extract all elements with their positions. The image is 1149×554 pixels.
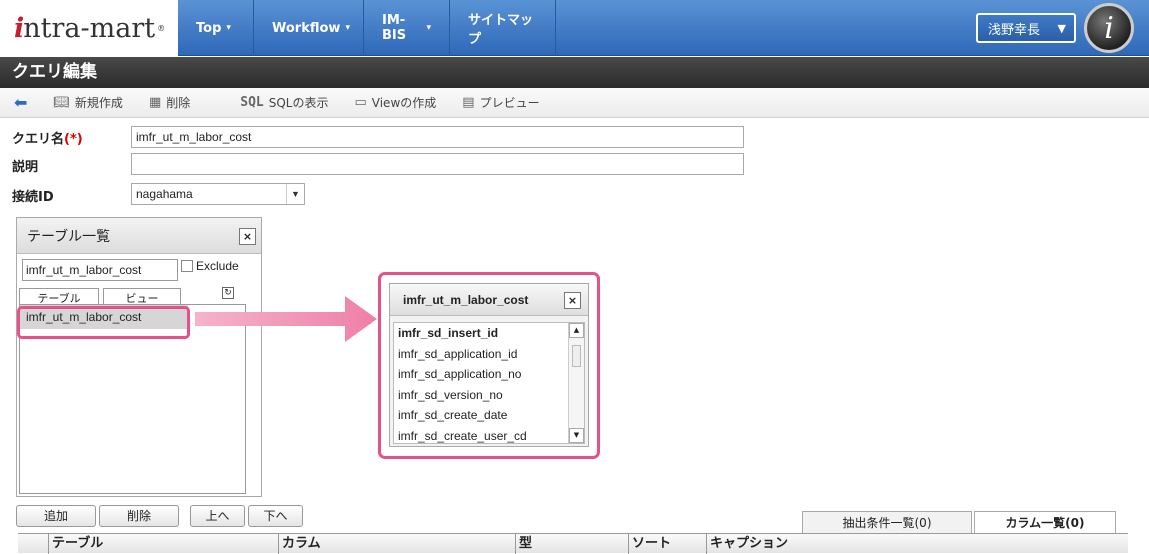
show-sql-button[interactable]: SQL SQLの表示 — [240, 94, 328, 111]
close-icon[interactable]: × — [564, 292, 581, 309]
create-view-label: Viewの作成 — [371, 96, 437, 110]
list-item[interactable]: imfr_sd_insert_id — [394, 323, 584, 344]
preview-label: プレビュー — [479, 96, 540, 110]
list-item[interactable]: imfr_sd_application_no — [394, 364, 584, 385]
grid-header-type[interactable]: 型 — [515, 534, 628, 554]
menu-workflow[interactable]: Workflow ▾ — [254, 0, 364, 56]
new-button[interactable]: 📖︎ 新規作成 — [53, 94, 123, 111]
description-label: 説明 — [12, 160, 39, 175]
column-list: imfr_sd_insert_id imfr_sd_application_id… — [393, 322, 585, 444]
connection-id-value: nagahama — [136, 187, 193, 201]
table-list-title: テーブル一覧 — [27, 228, 111, 245]
grid-header-column[interactable]: カラム — [278, 534, 515, 554]
table-list-panel: テーブル一覧 × imfr_ut_m_labor_cost Exclude テー… — [16, 217, 262, 497]
chevron-down-icon: ▾ — [426, 23, 431, 33]
delete-query-button[interactable]: ▦ 削除 — [149, 94, 190, 111]
tab-view[interactable]: ビュー — [103, 288, 181, 304]
highlight-box-table — [17, 306, 190, 339]
back-arrow-icon[interactable]: ⬅ — [14, 93, 27, 112]
drag-arrow-icon — [195, 296, 377, 342]
list-item[interactable]: imfr_sd_create_user_cd — [394, 426, 584, 447]
avatar[interactable]: i — [1084, 3, 1134, 53]
delete-button[interactable]: 削除 — [99, 505, 179, 527]
down-button[interactable]: 下へ — [248, 505, 303, 527]
menu-sitemap-label: サイトマップ — [468, 13, 534, 47]
menu-im-bis[interactable]: IM-BIS ▾ — [364, 0, 450, 56]
menu-im-bis-label: IM-BIS — [382, 13, 407, 43]
column-list-panel: imfr_ut_m_labor_cost × imfr_sd_insert_id… — [389, 283, 589, 447]
scroll-down-icon[interactable]: ▼ — [569, 428, 584, 443]
sql-icon: SQL — [240, 95, 264, 110]
caret-down-icon: ▼ — [1057, 21, 1066, 35]
connection-id-label: 接続ID — [12, 190, 54, 205]
connection-id-select[interactable]: nagahama ▼ — [131, 183, 305, 205]
show-sql-label: SQLの表示 — [268, 96, 329, 110]
list-item[interactable]: imfr_sd_create_date — [394, 405, 584, 426]
new-label: 新規作成 — [74, 96, 123, 110]
exclude-label: Exclude — [196, 259, 239, 273]
chevron-down-icon: ▾ — [226, 23, 231, 33]
tab-conditions[interactable]: 抽出条件一覧(0) — [802, 511, 972, 533]
delete-label: 削除 — [166, 96, 191, 110]
grid-header-table[interactable]: テーブル — [48, 534, 278, 554]
exclude-checkbox[interactable]: Exclude — [181, 259, 239, 273]
required-mark: (*) — [64, 132, 83, 147]
add-button[interactable]: 追加 — [16, 505, 96, 527]
query-name-input[interactable]: imfr_ut_m_labor_cost — [131, 126, 744, 148]
highlight-box-columns: imfr_ut_m_labor_cost × imfr_sd_insert_id… — [378, 272, 600, 459]
checkbox-box — [181, 260, 193, 272]
scrollbar[interactable]: ▲ ▼ — [568, 323, 584, 443]
logo-registered-mark: ® — [157, 23, 166, 33]
window-icon: ▭ — [354, 95, 367, 110]
column-panel-title[interactable]: imfr_ut_m_labor_cost — [390, 284, 588, 316]
menu-top-label: Top — [196, 20, 222, 36]
create-view-button[interactable]: ▭ Viewの作成 — [354, 94, 436, 111]
chevron-down-icon: ▼ — [286, 184, 304, 204]
grid-header-caption[interactable]: キャプション — [706, 534, 1128, 554]
delete-icon: ▦ — [148, 95, 162, 110]
chevron-down-icon: ▾ — [345, 23, 350, 33]
query-name-label: クエリ名(*) — [12, 128, 83, 147]
page-title: クエリ編集 — [0, 57, 1149, 88]
grid-header-sort[interactable]: ソート — [628, 534, 706, 554]
up-button[interactable]: 上へ — [190, 505, 245, 527]
grid-header: テーブル カラム 型 ソート キャプション — [18, 533, 1128, 554]
main-menu: Top ▾ Workflow ▾ IM-BIS ▾ サイトマップ — [178, 0, 556, 56]
menu-top[interactable]: Top ▾ — [178, 0, 254, 56]
description-input[interactable] — [131, 153, 744, 175]
top-nav-bar: i ntra-mart ® Top ▾ Workflow ▾ IM-BIS ▾ サイトマッ… — [0, 0, 1149, 56]
list-item[interactable]: imfr_sd_application_id — [394, 344, 584, 365]
preview-icon: ▤ — [462, 95, 475, 110]
toolbar: ⬅ 📖︎ 新規作成 ▦ 削除 SQL SQLの表示 ▭ Viewの作成 ▤ プレビュー — [0, 88, 1149, 118]
scroll-up-icon[interactable]: ▲ — [569, 323, 584, 338]
tab-table[interactable]: テーブル — [19, 288, 99, 304]
logo-text: ntra-mart — [23, 12, 156, 44]
book-icon: 📖︎ — [53, 95, 70, 110]
menu-workflow-label: Workflow — [272, 20, 341, 36]
table-list-header[interactable]: テーブル一覧 — [17, 218, 261, 254]
scroll-thumb[interactable] — [572, 345, 581, 367]
menu-sitemap[interactable]: サイトマップ — [450, 0, 556, 56]
avatar-letter: i — [1104, 10, 1114, 46]
table-search-input[interactable]: imfr_ut_m_labor_cost — [22, 259, 178, 281]
intra-mart-logo[interactable]: i ntra-mart ® — [0, 0, 178, 56]
close-icon[interactable]: × — [239, 228, 256, 245]
user-menu-button[interactable]: 浅野幸長 ▼ — [976, 13, 1076, 43]
user-name: 浅野幸長 — [988, 22, 1041, 38]
list-item[interactable]: imfr_sd_version_no — [394, 385, 584, 406]
tab-columns[interactable]: カラム一覧(0) — [974, 511, 1116, 533]
query-name-label-text: クエリ名 — [12, 132, 65, 147]
preview-button[interactable]: ▤ プレビュー — [462, 94, 539, 111]
